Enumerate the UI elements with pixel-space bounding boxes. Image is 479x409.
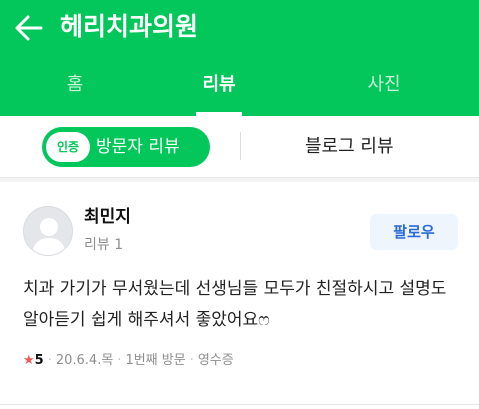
page-title: 헤리치과의원 [60, 12, 199, 41]
review-filter-bar: 인증 방문자 리뷰 블로그 리뷰 [0, 116, 479, 178]
section-divider [0, 178, 479, 182]
tab-reviews[interactable]: 리뷰 [174, 56, 264, 116]
avatar[interactable] [23, 206, 73, 256]
tab-photos[interactable]: 사진 [339, 56, 429, 116]
visit-count: 1번째 방문 [125, 353, 186, 368]
arrow-left-icon [15, 15, 43, 41]
tab-home[interactable]: 홈 [30, 56, 120, 116]
reviewer-name[interactable]: 최민지 [84, 205, 131, 229]
blog-review-filter[interactable]: 블로그 리뷰 [305, 116, 394, 178]
reviewer-review-count: 리뷰 1 [84, 237, 124, 253]
back-button[interactable] [14, 14, 44, 42]
card-divider [0, 404, 479, 405]
visitor-review-filter[interactable]: 인증 방문자 리뷰 [42, 127, 210, 167]
default-avatar-icon [32, 218, 66, 255]
filter-divider [240, 132, 241, 160]
verified-badge: 인증 [46, 132, 90, 162]
receipt-label: 영수증 [197, 353, 234, 368]
review-text[interactable]: 치과 가기가 무서웠는데 선생님들 모두가 친절하시고 설명도 알아듣기 쉽게 … [23, 274, 463, 336]
follow-button[interactable]: 팔로우 [370, 214, 458, 250]
review-info: ★5 · 20.6.4.목 · 1번째 방문 · 영수증 [23, 353, 234, 368]
review-date: 20.6.4.목 [55, 353, 114, 368]
tab-bar: 홈 리뷰 사진 [0, 56, 479, 116]
top-bar: 헤리치과의원 [0, 0, 479, 56]
review-rating: 5 [34, 353, 44, 368]
visitor-review-label: 방문자 리뷰 [96, 137, 180, 157]
star-icon: ★ [23, 353, 35, 368]
